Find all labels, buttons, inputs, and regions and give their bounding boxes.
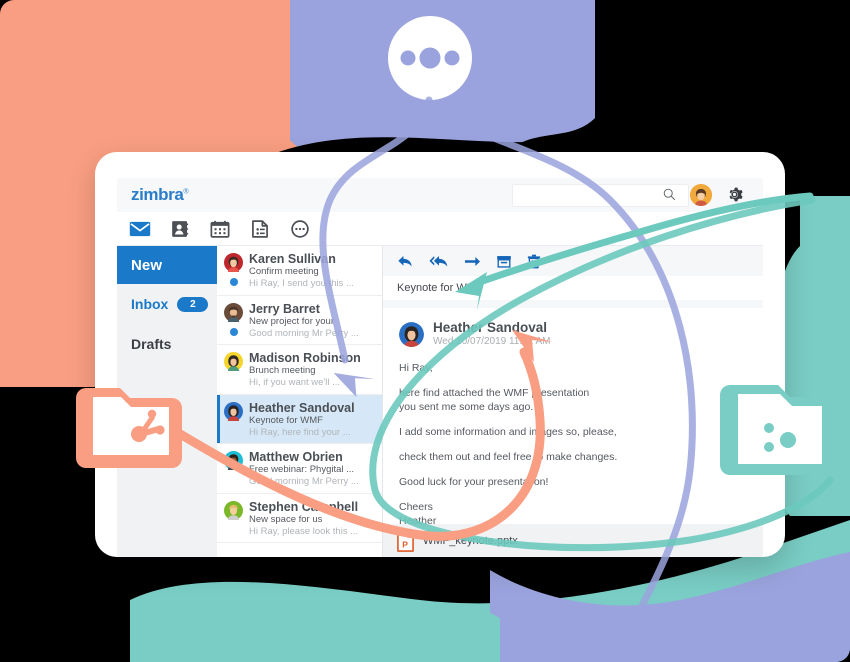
attachment-name[interactable]: WMF_keynote.pptx xyxy=(423,535,518,547)
list-item-subject: New space for us xyxy=(249,513,323,525)
tablet-device: zimbra® New Inbox 2 Drafts Karen Sulliva… xyxy=(95,152,785,557)
trash-icon[interactable] xyxy=(527,254,541,269)
svg-text:P: P xyxy=(402,539,408,549)
forward-icon[interactable] xyxy=(464,254,481,269)
sidebar-item-label: Inbox xyxy=(131,296,169,312)
message-sender: Heather Sandoval xyxy=(433,320,548,335)
avatar-stephen-campbell xyxy=(224,500,243,543)
message-header: Heather Sandoval Wed 10/07/2019 11:02 AM xyxy=(399,320,747,348)
status-badge: 2 xyxy=(177,296,209,312)
list-item-preview: Hi Ray, please look this ... xyxy=(249,525,359,537)
avatar-karen-sullivan xyxy=(224,252,243,295)
list-item-sender: Matthew Obrien xyxy=(249,450,343,464)
avatar-madison-robinson xyxy=(224,351,243,394)
message-paragraph: check them out and feel free to make cha… xyxy=(399,451,618,463)
new-message-label: New xyxy=(131,256,163,274)
list-item-sender: Madison Robinson xyxy=(249,351,361,365)
zimbra-logo-mark: ® xyxy=(183,188,189,196)
message-paragraph: here find attached the WMF presentation xyxy=(399,387,590,399)
brand-bar: zimbra® xyxy=(117,178,763,212)
message-subject-text: Keynote for WMF xyxy=(397,282,483,294)
reply-all-icon[interactable] xyxy=(429,254,449,269)
calendar-icon[interactable] xyxy=(209,219,231,239)
list-item-subject: Keynote for WMF xyxy=(249,414,323,426)
zimbra-logo: zimbra® xyxy=(131,185,189,205)
illustration-stage: zimbra® New Inbox 2 Drafts Karen Sulliva… xyxy=(0,0,850,662)
list-item-preview: Hi, if you want we'll ... xyxy=(249,377,341,388)
mail-icon[interactable] xyxy=(129,219,151,239)
avatar-heather-sandoval xyxy=(399,321,424,347)
avatar[interactable] xyxy=(690,184,712,206)
folder-sidebar: New Inbox 2 Drafts xyxy=(117,246,217,557)
unread-indicator xyxy=(229,327,238,336)
message-body: Heather Sandoval Wed 10/07/2019 11:02 AM… xyxy=(383,308,763,557)
tasks-icon[interactable] xyxy=(249,219,271,239)
typing-dots-icon xyxy=(400,47,460,69)
message-subject: Keynote for WMF xyxy=(383,276,763,300)
archive-icon[interactable] xyxy=(496,254,512,269)
avatar-jerry-barret xyxy=(224,302,243,345)
list-item-preview: Hi Ray, here find your ... xyxy=(249,426,351,438)
powerpoint-file-icon[interactable]: P xyxy=(397,530,414,552)
list-item[interactable]: Heather Sandoval Keynote for WMF Hi Ray,… xyxy=(217,394,382,444)
list-item-preview: Good morning Mr Perry ... xyxy=(249,327,359,339)
sidebar-item-label: Drafts xyxy=(131,336,172,352)
reply-icon[interactable] xyxy=(397,254,414,269)
message-date: Wed 10/07/2019 11:02 AM xyxy=(433,336,551,347)
list-item-subject: New project for your xyxy=(249,315,335,327)
message-paragraph: I add some information and images so, pl… xyxy=(399,426,617,438)
message-toolbar xyxy=(383,246,763,276)
list-item[interactable]: Jerry Barret New project for your Good m… xyxy=(217,296,382,345)
message-paragraph: Cheers xyxy=(399,501,433,513)
list-item-preview: Good morning Mr Perry ... xyxy=(249,476,359,487)
contacts-icon[interactable] xyxy=(169,219,191,239)
list-item-sender: Karen Sullivan xyxy=(249,252,336,266)
sidebar-item-drafts[interactable]: Drafts xyxy=(117,324,217,364)
list-item[interactable]: Karen Sullivan Confirm meeting Hi Ray, I… xyxy=(217,246,382,296)
reading-pane: Keynote for WMF Heather Sandoval Wed 10/… xyxy=(383,246,763,557)
sidebar-item-inbox[interactable]: Inbox 2 xyxy=(117,284,217,324)
list-item-subject: Confirm meeting xyxy=(249,266,319,277)
message-paragraph: Hi Ray, xyxy=(399,362,433,374)
unread-indicator xyxy=(229,278,238,286)
search-icon[interactable] xyxy=(662,187,677,202)
app-nav-bar xyxy=(117,212,763,246)
zimbra-app-screen: zimbra® New Inbox 2 Drafts Karen Sulliva… xyxy=(117,178,763,557)
message-paragraph: you sent me some days ago. xyxy=(399,401,534,413)
list-item-sender: Heather Sandoval xyxy=(249,400,355,415)
more-icon[interactable] xyxy=(289,219,311,239)
zimbra-logo-text: zimbra xyxy=(131,185,184,204)
message-paragraph: Good luck for your presentation! xyxy=(399,476,549,488)
list-item-subject: Brunch meeting xyxy=(249,365,316,376)
list-item-preview: Hi Ray, I send you this ... xyxy=(249,278,354,289)
gear-icon[interactable] xyxy=(725,185,744,204)
avatar-matthew-obrien xyxy=(224,450,243,493)
attachment-bar: P WMF_keynote.pptx xyxy=(383,524,763,557)
list-item[interactable]: Madison Robinson Brunch meeting Hi, if y… xyxy=(217,345,382,395)
avatar-heather-sandoval xyxy=(224,401,243,444)
main-panes: New Inbox 2 Drafts Karen Sullivan Confir… xyxy=(117,246,763,557)
list-item[interactable]: Stephen Campbell New space for us Hi Ray… xyxy=(217,494,382,543)
message-list: Karen Sullivan Confirm meeting Hi Ray, I… xyxy=(217,246,383,557)
list-item-sender: Jerry Barret xyxy=(249,301,320,316)
new-message-button[interactable]: New xyxy=(117,246,217,284)
list-item[interactable]: Matthew Obrien Free webinar: Phygital ..… xyxy=(217,444,382,494)
list-item-subject: Free webinar: Phygital ... xyxy=(249,464,355,475)
list-item-sender: Stephen Campbell xyxy=(249,499,359,514)
